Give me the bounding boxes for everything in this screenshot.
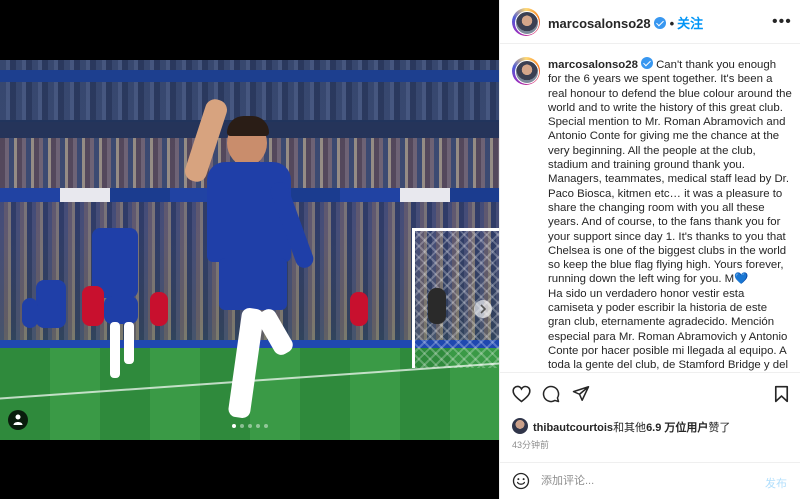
- post-timestamp[interactable]: 43分钟前: [512, 438, 549, 451]
- post-comment-button[interactable]: 发布: [765, 475, 787, 491]
- carousel-dot: [263, 424, 268, 428]
- emoji-icon[interactable]: [512, 472, 530, 490]
- more-icon[interactable]: •••: [772, 13, 792, 31]
- goalkeeper: [428, 288, 446, 324]
- comment-icon[interactable]: [542, 385, 560, 403]
- author-username[interactable]: marcosalonso28: [548, 16, 651, 31]
- caption-author-avatar[interactable]: [512, 57, 540, 85]
- post-media: [0, 0, 499, 499]
- likes-text: thibautcourtois和其他6.9 万位用户赞了: [533, 419, 730, 435]
- likes-summary: thibautcourtois和其他6.9 万位用户赞了: [512, 417, 792, 435]
- post-header: marcosalonso28 • 关注 •••: [500, 0, 800, 44]
- carousel-dot: [247, 424, 252, 428]
- liker-username[interactable]: thibautcourtois: [533, 422, 613, 434]
- caption-text-english: Can't thank you enough for the 6 years w…: [548, 59, 792, 286]
- caption-text-spanish: Ha sido un verdadero honor vestir esta c…: [548, 287, 788, 371]
- blue-heart-emoji: 💙: [734, 273, 749, 286]
- verified-icon: [640, 57, 653, 69]
- goal-net: [412, 228, 499, 368]
- heart-icon[interactable]: [512, 385, 531, 403]
- background-player: [82, 286, 104, 326]
- carousel-dot: [239, 424, 244, 428]
- background-player: [36, 280, 66, 328]
- post-caption: marcosalonso28 Can't thank you enough fo…: [548, 57, 792, 371]
- background-player-leg: [124, 322, 134, 364]
- comment-input[interactable]: [541, 471, 751, 491]
- liker-avatar[interactable]: [512, 418, 528, 434]
- bookmark-icon[interactable]: [774, 385, 789, 403]
- separator-dot: •: [669, 16, 675, 31]
- next-image-button[interactable]: [474, 300, 492, 318]
- follow-button[interactable]: 关注: [677, 16, 703, 31]
- background-player: [22, 298, 38, 328]
- likes-others-label: 和其他: [613, 422, 647, 434]
- caption-area: marcosalonso28 Can't thank you enough fo…: [500, 45, 800, 371]
- author-avatar[interactable]: [512, 8, 540, 36]
- caption-author-username[interactable]: marcosalonso28: [548, 59, 638, 71]
- likes-count[interactable]: 6.9 万位用户: [646, 422, 708, 434]
- celebrating-player: [182, 80, 325, 440]
- background-player: [150, 292, 168, 326]
- post-photo[interactable]: [0, 60, 499, 440]
- carousel-dot: [255, 424, 260, 428]
- verified-icon: [653, 17, 666, 29]
- player-shorts: [219, 258, 287, 310]
- header-author-row: marcosalonso28 • 关注: [548, 13, 703, 32]
- comment-bar: 发布: [499, 462, 800, 499]
- carousel-indicator: [0, 424, 499, 428]
- background-player-shorts: [104, 296, 138, 324]
- background-player: [350, 292, 368, 326]
- post-side-panel: marcosalonso28 • 关注 ••• marcosalonso28 Can…: [499, 0, 800, 499]
- likes-suffix: 赞了: [708, 422, 731, 434]
- share-icon[interactable]: [572, 385, 590, 402]
- next-arrow-icon: [480, 304, 487, 314]
- carousel-dot: [231, 424, 236, 428]
- player-hair: [227, 116, 269, 136]
- background-player-leg: [110, 322, 120, 378]
